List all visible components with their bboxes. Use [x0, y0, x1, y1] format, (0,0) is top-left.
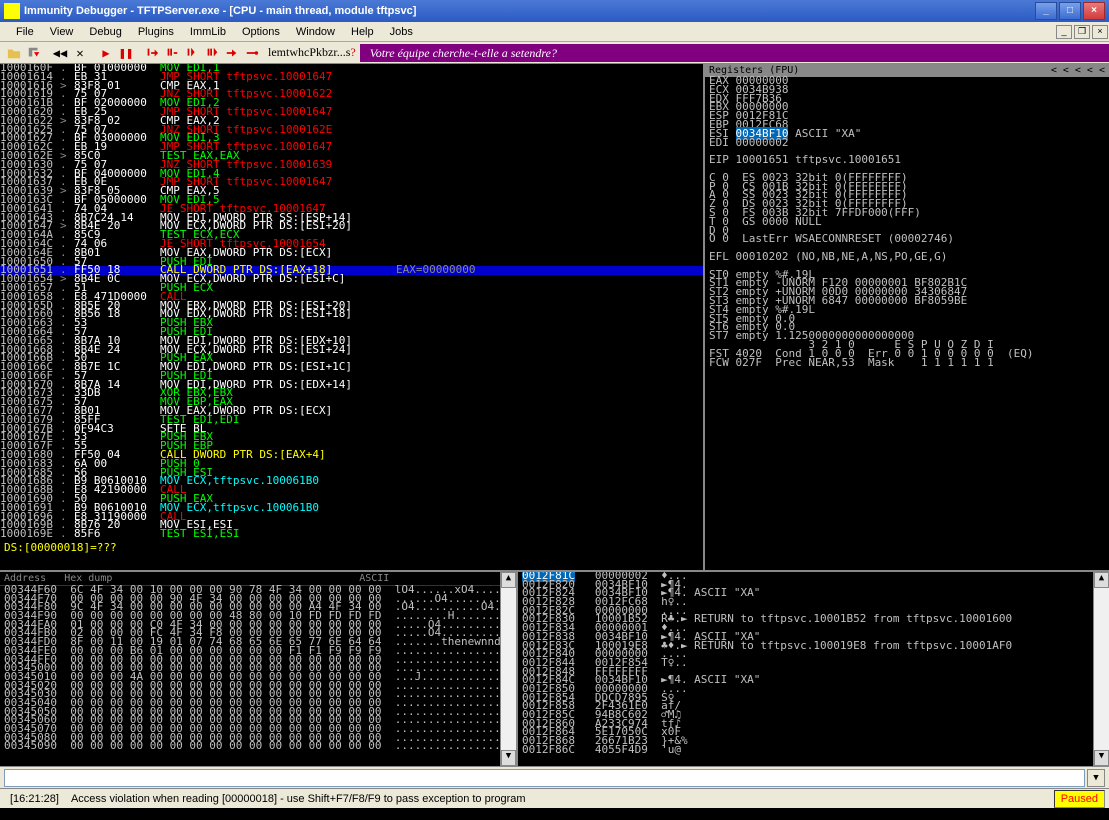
mdi-minimize[interactable]: _ [1056, 25, 1072, 39]
toolbar: ◀◀ ✕ ▶ ❚❚ lemtwhcPkbzr...s? Votre équipe… [0, 42, 1109, 64]
pause-icon[interactable]: ❚❚ [117, 44, 135, 62]
code-line[interactable]: 1000167B.0F94C3SETE BL [0, 425, 703, 434]
code-line[interactable]: 1000164E.8B01MOV EAX,DWORD PTR DS:[ECX] [0, 249, 703, 258]
menu-help[interactable]: Help [343, 24, 382, 40]
status-bar: [16:21:28] Access violation when reading… [0, 788, 1109, 808]
maximize-button[interactable]: □ [1059, 2, 1081, 20]
code-line[interactable]: 10001647>8B4E 20MOV ECX,DWORD PTR DS:[ES… [0, 222, 703, 231]
hex-dump-pane[interactable]: Address Hex dump ASCII 00344F60 6C 4F 34… [0, 572, 518, 766]
mdi-close[interactable]: × [1092, 25, 1108, 39]
code-line[interactable]: 1000162C.EB 19JMP SHORT tftpsvc.10001647 [0, 143, 703, 152]
code-line[interactable]: 10001654>8B4E 0CMOV ECX,DWORD PTR DS:[ES… [0, 275, 703, 284]
toolbar-letter-m[interactable]: m [277, 45, 286, 59]
goto-icon[interactable] [243, 44, 261, 62]
stepover-icon[interactable] [163, 44, 181, 62]
command-bar: ▼ [0, 766, 1109, 788]
code-line[interactable]: 10001663.53PUSH EBX [0, 319, 703, 328]
code-line[interactable]: 10001670.8B7A 14MOV EDI,DWORD PTR DS:[ED… [0, 381, 703, 390]
code-line[interactable]: 10001673.33DBXOR EBX,EBX [0, 389, 703, 398]
register-line[interactable]: O 0 LastErr WSAECONNRESET (00002746) [705, 235, 1109, 244]
code-line[interactable]: 10001668.8B4E 24MOV ECX,DWORD PTR DS:[ES… [0, 346, 703, 355]
code-line[interactable]: 10001660.8B56 18MOV EDX,DWORD PTR DS:[ES… [0, 310, 703, 319]
code-line[interactable]: 10001677.8B01MOV EAX,DWORD PTR DS:[ECX] [0, 407, 703, 416]
code-line[interactable]: 10001675.57MOV EBP,EAX [0, 398, 703, 407]
command-dropdown[interactable]: ▼ [1087, 769, 1105, 787]
code-line[interactable]: 10001683.6A 00PUSH 0 [0, 460, 703, 469]
menu-immlib[interactable]: ImmLib [182, 24, 234, 40]
menu-bar: FileViewDebugPluginsImmLibOptionsWindowH… [0, 22, 1109, 42]
mdi-restore[interactable]: ❐ [1074, 25, 1090, 39]
menu-options[interactable]: Options [234, 24, 288, 40]
status-time: [16:21:28] [4, 793, 65, 805]
register-line[interactable]: EFL 00010202 (NO,NB,NE,A,NS,PO,GE,G) [705, 253, 1109, 262]
code-line[interactable]: 1000166C.8B7E 1CMOV EDI,DWORD PTR DS:[ES… [0, 363, 703, 372]
dump-scrollbar[interactable]: ▲▼ [500, 572, 516, 766]
register-line[interactable]: T 0 GS 0000 NULL [705, 218, 1109, 227]
cpu-info-line: DS:[00000018]=??? [0, 539, 703, 556]
cpu-disassembly-pane[interactable]: 1000160F.BF 01000000MOV EDI,110001614.EB… [0, 64, 705, 570]
traceover-icon[interactable] [203, 44, 221, 62]
traceinto-icon[interactable] [183, 44, 201, 62]
window-title: Immunity Debugger - TFTPServer.exe - [CP… [24, 5, 416, 17]
menu-window[interactable]: Window [288, 24, 343, 40]
status-message: Access violation when reading [00000018]… [65, 793, 532, 805]
menu-debug[interactable]: Debug [81, 24, 129, 40]
menu-jobs[interactable]: Jobs [382, 24, 421, 40]
dump-line[interactable]: 00345090 00 00 00 00 00 00 00 00 00 00 0… [0, 742, 500, 751]
code-line[interactable]: 1000164C.74 06JE SHORT tftpsvc.10001654 [0, 240, 703, 249]
app-icon [4, 3, 20, 19]
toolbar-letter-...[interactable]: ... [337, 45, 346, 59]
import-icon[interactable] [25, 44, 43, 62]
toolbar-letter-?[interactable]: ? [350, 45, 355, 59]
register-line[interactable]: FCW 027F Prec NEAR,53 Mask 1 1 1 1 1 1 [705, 359, 1109, 368]
register-line[interactable]: EIP 10001651 tftpsvc.10001651 [705, 156, 1109, 165]
menu-view[interactable]: View [42, 24, 82, 40]
code-line[interactable]: 1000167E.53PUSH EBX [0, 433, 703, 442]
rewind-icon[interactable]: ◀◀ [51, 44, 69, 62]
menu-plugins[interactable]: Plugins [130, 24, 182, 40]
register-line[interactable]: EDI 00000002 [705, 139, 1109, 148]
toolbar-letter-w[interactable]: w [289, 45, 298, 59]
code-line[interactable]: 1000168B.E8 42190000CALL [0, 486, 703, 495]
status-state: Paused [1054, 790, 1105, 808]
stepinto-icon[interactable] [143, 44, 161, 62]
stack-line[interactable]: 0012F86C 4055F4D9 'u@ [518, 746, 1093, 755]
open-icon[interactable] [5, 44, 23, 62]
title-bar: Immunity Debugger - TFTPServer.exe - [CP… [0, 0, 1109, 22]
code-line[interactable]: 1000169B.8B76 20MOV ESI,ESI [0, 521, 703, 530]
close-button[interactable]: × [1083, 2, 1105, 20]
tilret-icon[interactable] [223, 44, 241, 62]
close-x-icon[interactable]: ✕ [71, 44, 89, 62]
minimize-button[interactable]: _ [1035, 2, 1057, 20]
registers-pane[interactable]: Registers (FPU)< < < < < EAX 00000000ECX… [705, 64, 1109, 570]
code-line[interactable]: 1000169E.85F6TEST ESI,ESI [0, 530, 703, 539]
banner-text[interactable]: Votre équipe cherche-t-elle a setendre? [360, 44, 1109, 62]
play-icon[interactable]: ▶ [97, 44, 115, 62]
stack-scrollbar[interactable]: ▲▼ [1093, 572, 1109, 766]
menu-file[interactable]: File [8, 24, 42, 40]
stack-pane[interactable]: 0012F81C 00000002 ♦...0012F820 0034BF10 … [518, 572, 1109, 766]
command-input[interactable] [4, 769, 1085, 787]
